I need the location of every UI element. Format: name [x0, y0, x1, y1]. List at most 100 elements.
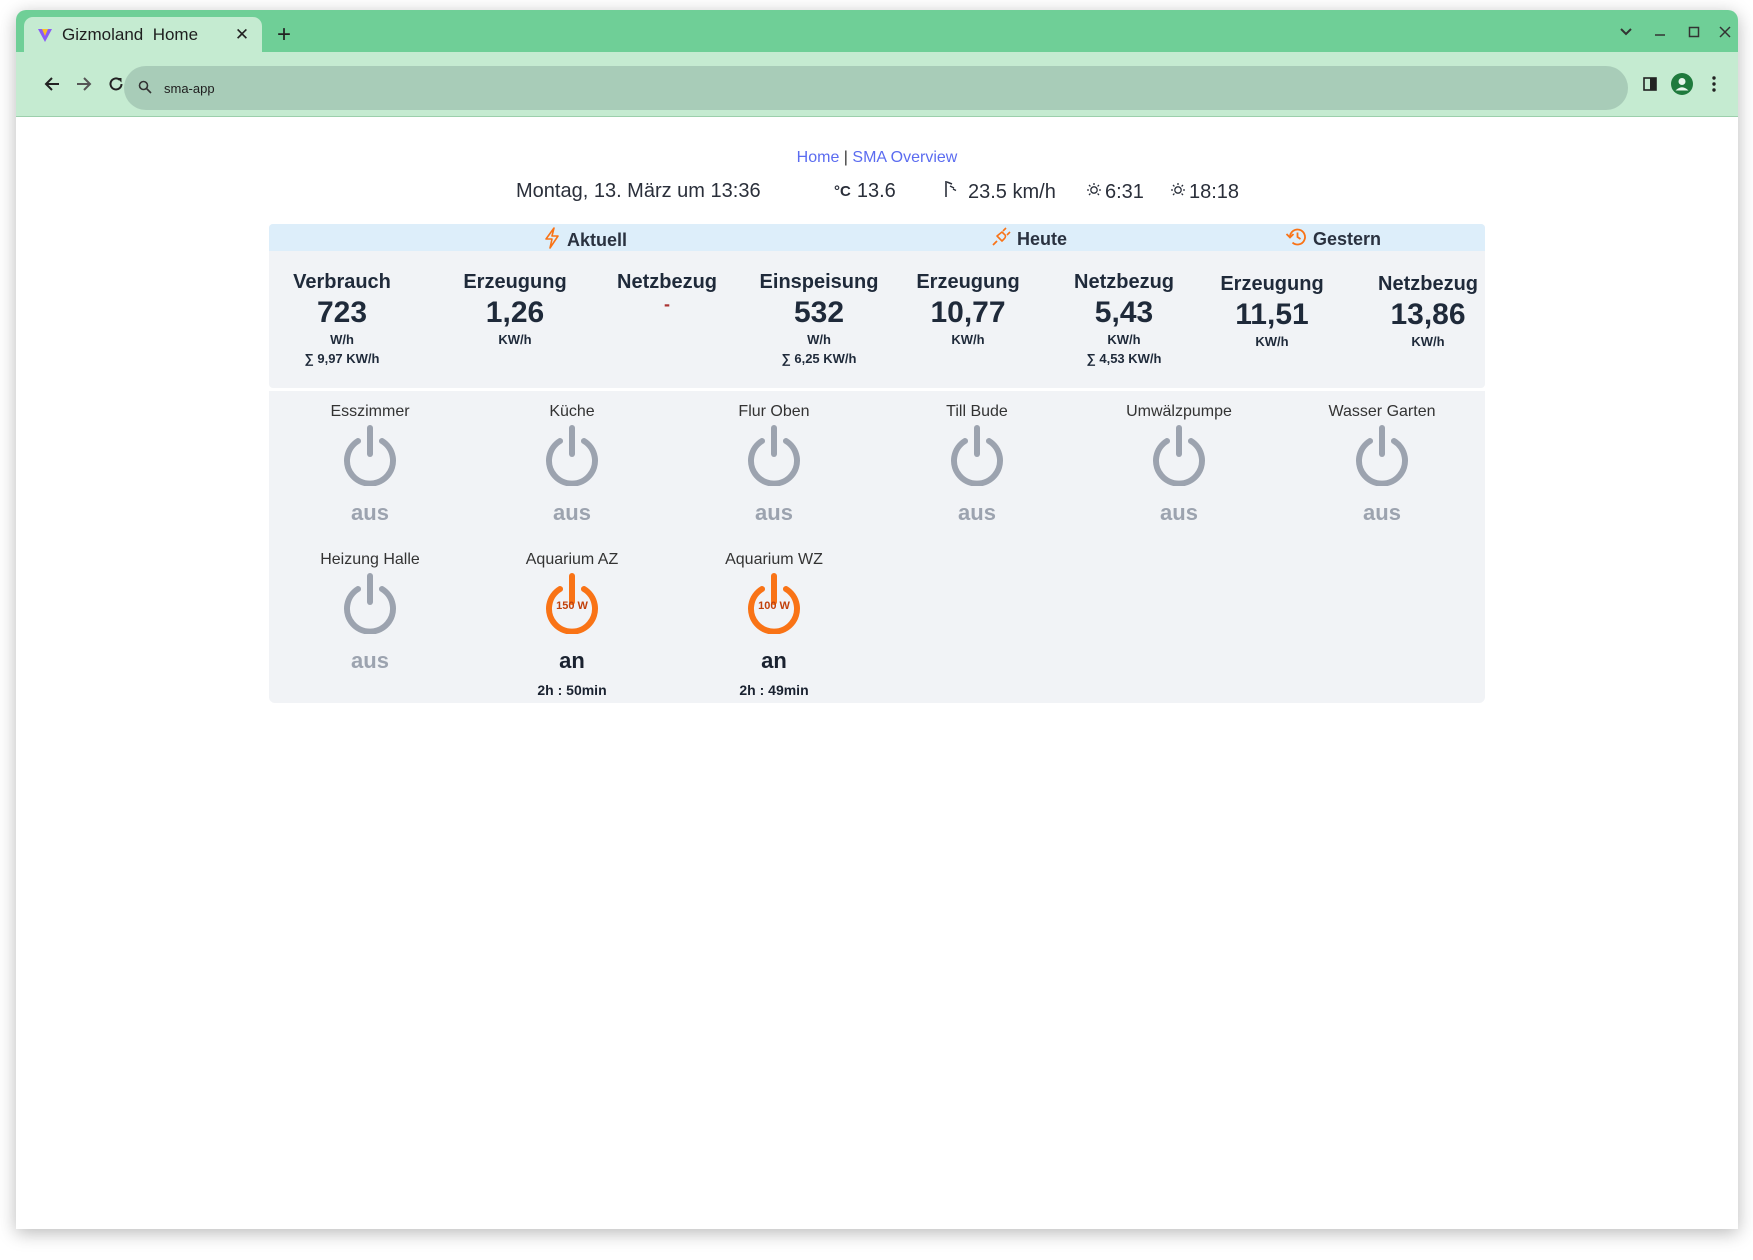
power-button-icon[interactable]: 100 W [744, 572, 804, 635]
wind-flag-icon [944, 180, 962, 204]
header-yesterday-label: Gestern [1313, 229, 1382, 249]
menu-dots-icon[interactable] [1700, 70, 1728, 98]
stat-verbrauch: Verbrauch 723 W/h ∑ 9,97 KW/h [280, 271, 404, 366]
header-today-label: Heute [1017, 229, 1068, 249]
maximize-icon[interactable] [1682, 20, 1706, 44]
side-panel-icon[interactable] [1636, 70, 1664, 98]
device-name: Heizung Halle [320, 551, 420, 568]
home-link[interactable]: Home [797, 149, 840, 166]
sunset: 18:18 [1169, 180, 1239, 204]
header-today: Heute [991, 227, 1067, 252]
power-button-icon[interactable] [340, 424, 400, 487]
history-icon [1285, 227, 1307, 252]
device-name: Aquarium WZ [725, 551, 823, 568]
stat-unit: W/h [807, 332, 831, 347]
search-icon [138, 80, 154, 96]
stat-erzeugung-today: Erzeugung 10,77 KW/h [903, 271, 1033, 347]
stat-unit: KW/h [951, 332, 985, 347]
energy-panel: Aktuell Heute Gestern Verbrauch 723 W/h … [269, 224, 1485, 388]
power-button-icon[interactable] [1149, 424, 1209, 487]
date-time: Montag, 13. März um 13:36 [516, 180, 761, 202]
tab-title: Gizmoland Home [62, 24, 199, 44]
wind: 23.5 km/h [944, 180, 1056, 204]
nav-links: Home | SMA Overview [16, 149, 1738, 167]
device-state: aus [1363, 500, 1401, 525]
device-aquarium-wz: Aquarium WZ 100 W an 2h : 49min [674, 551, 874, 698]
stat-netzbezug-current: Netzbezug - [602, 271, 732, 315]
device-name: Aquarium AZ [525, 551, 619, 568]
device-esszimmer: Esszimmer aus [270, 403, 470, 526]
address-bar[interactable]: sma-app [124, 66, 1628, 110]
device-heizung-halle: Heizung Halle aus [270, 551, 470, 674]
celsius-icon: °C [834, 183, 851, 200]
sma-overview-link[interactable]: SMA Overview [852, 149, 957, 166]
device-flur-oben: Flur Oben aus [674, 403, 874, 526]
header-current: Aktuell [543, 227, 627, 254]
device-state: aus [1160, 500, 1198, 525]
device-timer: 2h : 49min [739, 682, 809, 698]
stat-title: Netzbezug [617, 271, 717, 293]
stat-title: Erzeugung [916, 271, 1020, 293]
power-button-icon[interactable] [744, 424, 804, 487]
device-name: Till Bude [946, 403, 1008, 420]
browser-window: Gizmoland Home ✕ + sma-app Home | SMA Ov… [16, 10, 1738, 1229]
power-button-icon[interactable] [947, 424, 1007, 487]
browser-toolbar: sma-app [16, 52, 1738, 117]
device-state: aus [351, 500, 389, 525]
stat-unit: KW/h [1255, 334, 1289, 349]
stat-title: Erzeugung [463, 271, 567, 293]
device-küche: Küche aus [472, 403, 672, 526]
device-name: Flur Oben [738, 403, 810, 420]
device-state: aus [958, 500, 996, 525]
device-name: Esszimmer [330, 403, 410, 420]
back-arrow-icon[interactable] [38, 70, 66, 98]
devices-panel: Esszimmer aus Küche aus Flur Oben aus Till Bud… [269, 391, 1485, 703]
sunrise-icon [1085, 180, 1103, 204]
sunset-value: 18:18 [1189, 180, 1240, 203]
tab-active[interactable]: Gizmoland Home ✕ [24, 17, 262, 52]
device-state: aus [351, 648, 389, 673]
new-tab-button[interactable]: + [270, 21, 298, 48]
stat-value: 10,77 [930, 296, 1006, 329]
minimize-icon[interactable] [1648, 20, 1672, 44]
device-timer: 2h : 50min [537, 682, 607, 698]
power-button-icon[interactable] [542, 424, 602, 487]
profile-avatar-icon[interactable] [1668, 70, 1696, 98]
device-aquarium-az: Aquarium AZ 150 W an 2h : 50min [472, 551, 672, 698]
stat-erzeugung-yesterday: Erzeugung 11,51 KW/h [1207, 273, 1337, 349]
window-close-icon[interactable] [1713, 20, 1737, 44]
stat-title: Einspeisung [759, 271, 879, 293]
device-umwälzpumpe: Umwälzpumpe aus [1079, 403, 1279, 526]
stat-einspeisung: Einspeisung 532 W/h ∑ 6,25 KW/h [748, 271, 890, 366]
device-till-bude: Till Bude aus [877, 403, 1077, 526]
page-content: Home | SMA Overview Montag, 13. März um … [16, 117, 1738, 1229]
device-name: Umwälzpumpe [1126, 403, 1232, 420]
power-button-icon[interactable] [340, 572, 400, 635]
stat-unit: KW/h [1411, 334, 1445, 349]
stat-sum: ∑ 4,53 KW/h [1086, 351, 1162, 366]
info-bar: Montag, 13. März um 13:36 °C 13.6 23.5 k… [16, 180, 1738, 206]
header-yesterday: Gestern [1285, 227, 1381, 252]
energy-panel-header: Aktuell Heute Gestern [269, 224, 1485, 251]
device-wattage: 100 W [758, 600, 790, 612]
close-icon[interactable]: ✕ [230, 23, 254, 47]
stat-unit: W/h [330, 332, 354, 347]
power-button-icon[interactable] [1352, 424, 1412, 487]
temperature: °C 13.6 [834, 180, 896, 203]
stat-title: Verbrauch [293, 271, 391, 293]
device-state: aus [755, 500, 793, 525]
stat-netzbezug-yesterday: Netzbezug 13,86 KW/h [1363, 273, 1493, 349]
power-button-icon[interactable]: 150 W [542, 572, 602, 635]
tab-search-chevron-icon[interactable] [1614, 20, 1638, 44]
stat-value: 13,86 [1390, 298, 1466, 331]
stat-value: 723 [316, 296, 368, 329]
stat-title: Erzeugung [1220, 273, 1324, 295]
device-state: an [761, 648, 787, 673]
sunrise: 6:31 [1085, 180, 1144, 204]
stat-sum: ∑ 9,97 KW/h [304, 351, 380, 366]
device-state: aus [553, 500, 591, 525]
tab-strip: Gizmoland Home ✕ + [16, 10, 1738, 52]
sunrise-value: 6:31 [1105, 180, 1144, 203]
forward-arrow-icon[interactable] [70, 70, 98, 98]
stat-value: 11,51 [1235, 298, 1309, 331]
